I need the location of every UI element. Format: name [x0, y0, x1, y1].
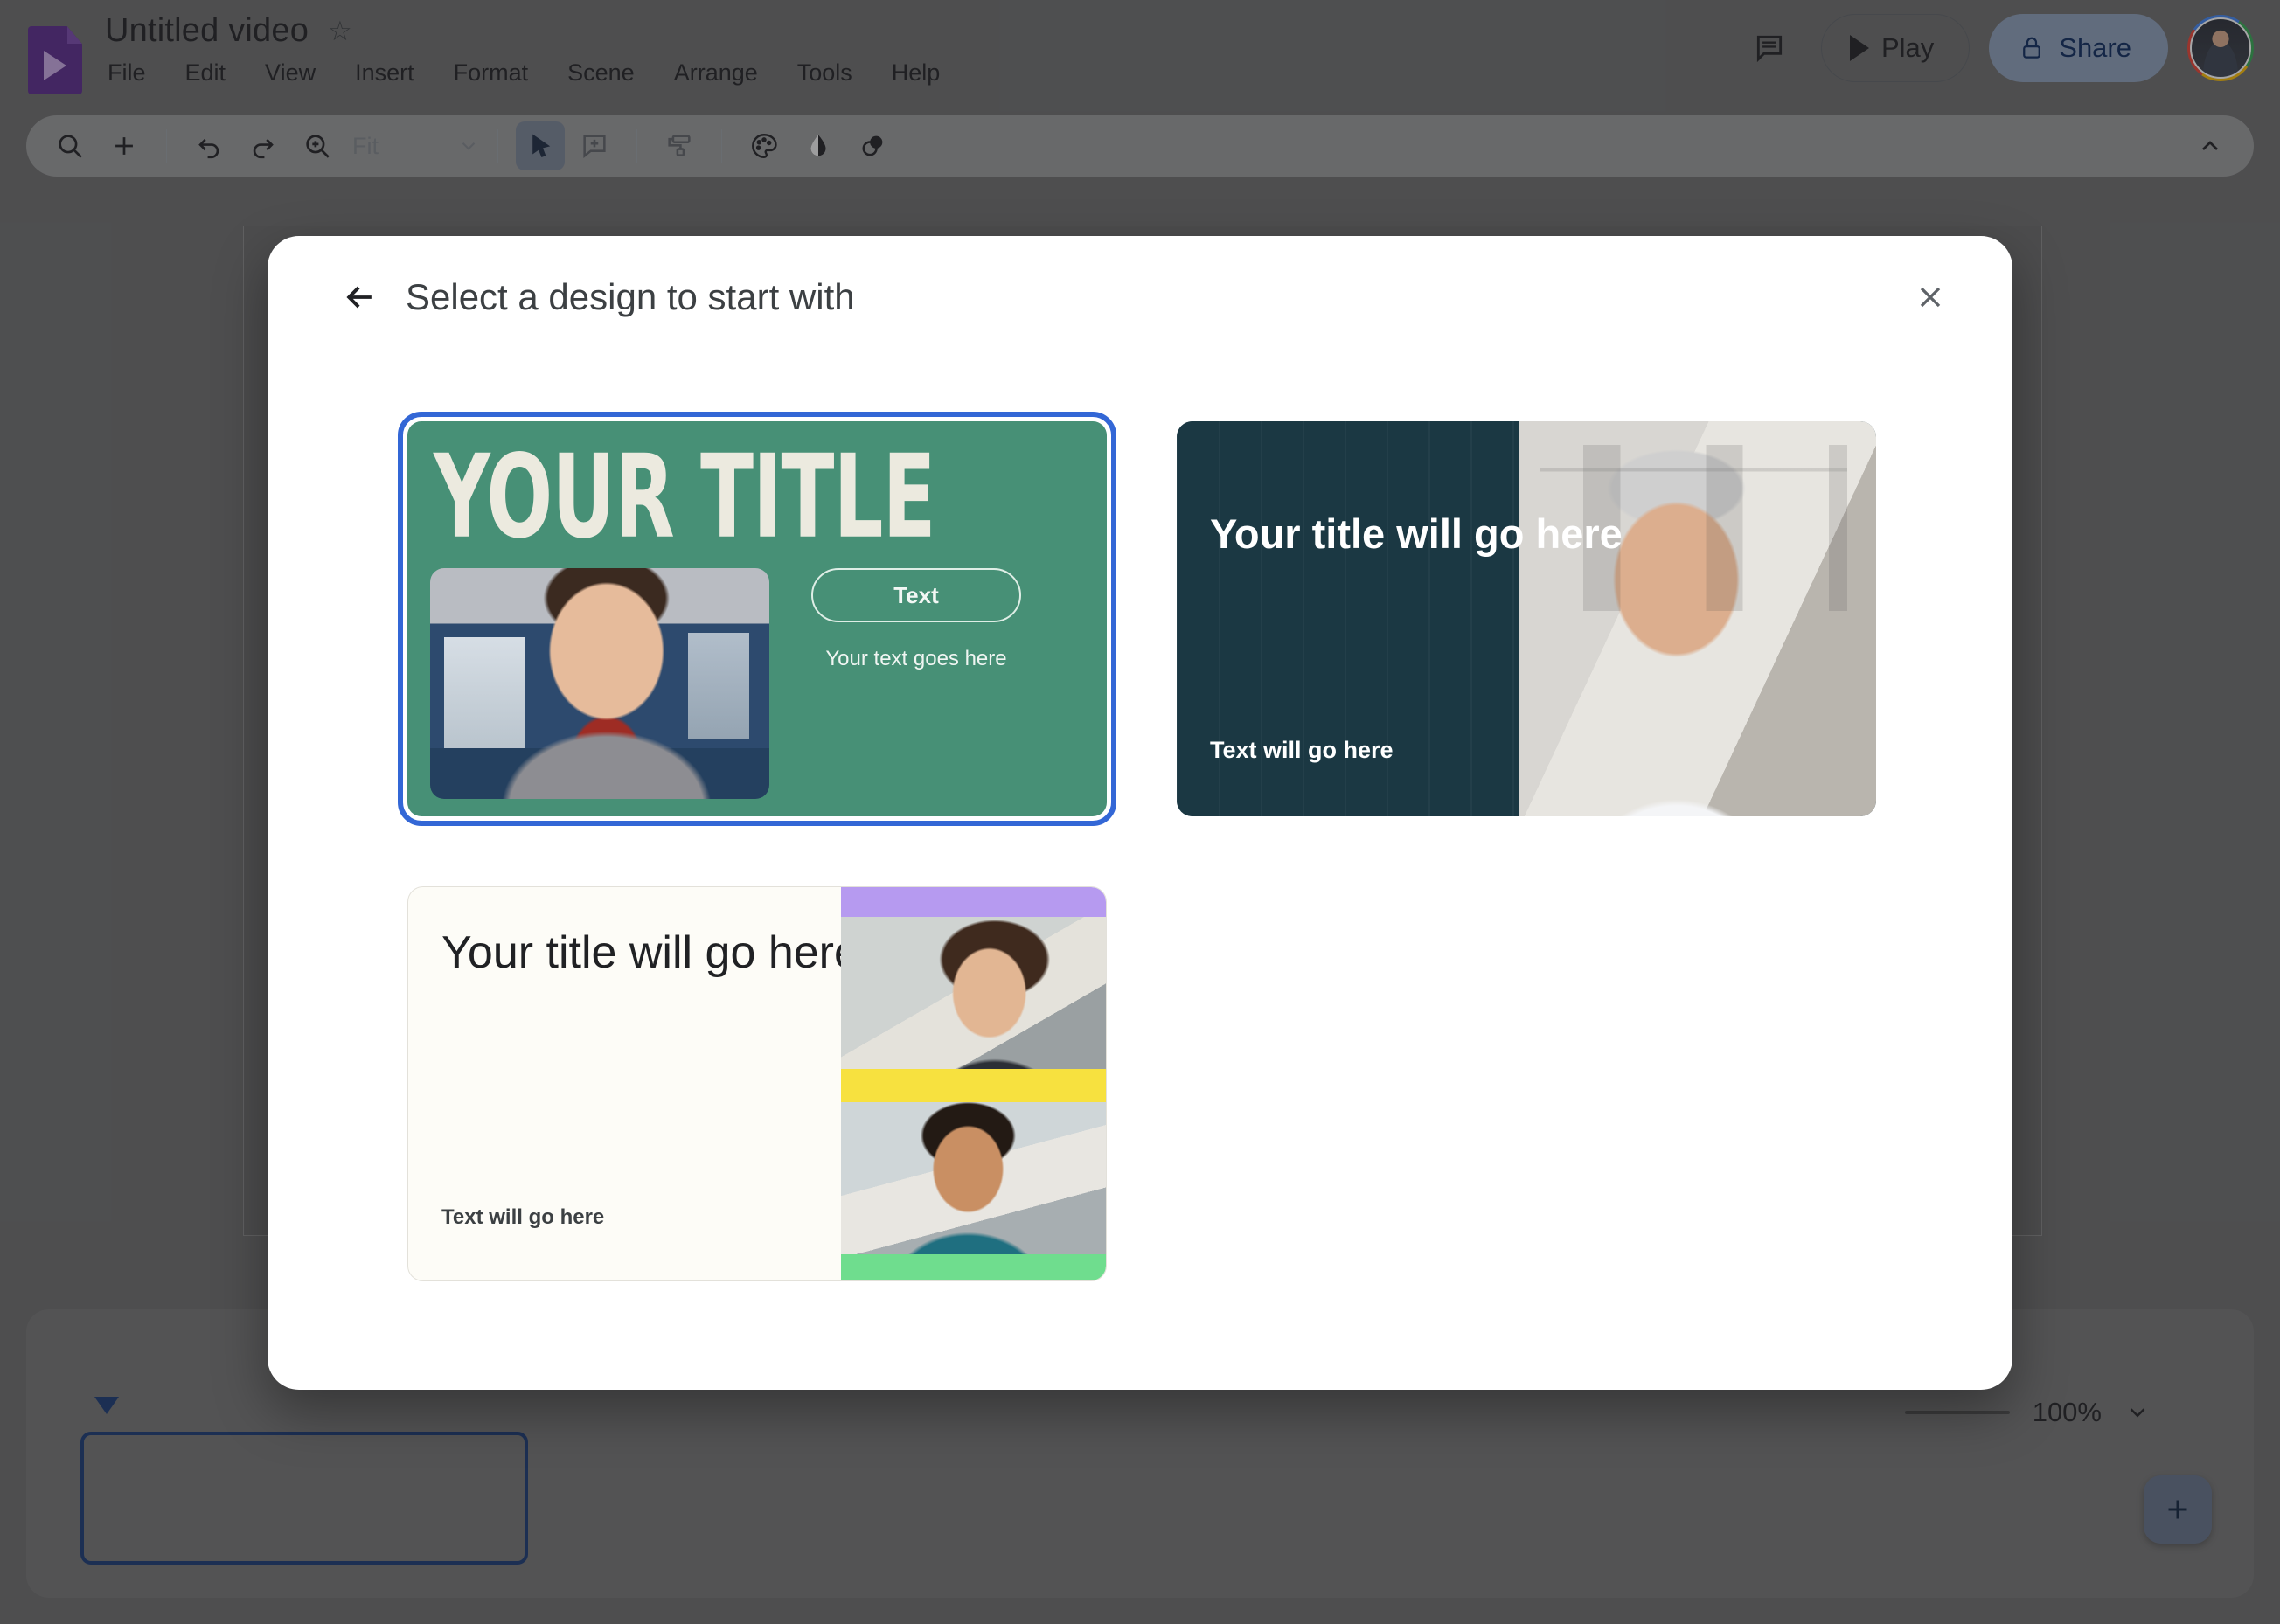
template-preview: Your title will go here Text will go her…	[1177, 421, 1876, 816]
template-media-column	[840, 887, 1106, 1280]
template-title: YOUR TITLE	[434, 431, 936, 565]
template-card-cream-duo[interactable]: Your title will go here Text will go her…	[407, 886, 1107, 1281]
template-photo-man	[840, 1102, 1106, 1254]
template-grid: YOUR TITLE Text Your text goes here Your…	[398, 412, 1876, 1281]
select-design-dialog: Select a design to start with YOUR TITLE…	[268, 236, 2012, 1390]
template-text-button: Text	[811, 568, 1021, 622]
color-band-yellow	[840, 1069, 1106, 1102]
template-title: Your title will go here	[441, 927, 859, 978]
template-card-bold-green[interactable]: YOUR TITLE Text Your text goes here	[398, 412, 1116, 826]
dialog-title: Select a design to start with	[406, 276, 855, 317]
template-preview: YOUR TITLE Text Your text goes here	[407, 421, 1107, 816]
template-subtitle: Text will go here	[1210, 737, 1394, 763]
template-subtitle: Text will go here	[441, 1205, 605, 1229]
template-photo-commuter	[430, 568, 769, 799]
template-card-teal-portrait[interactable]: Your title will go here Text will go her…	[1177, 421, 1876, 816]
arrow-left-icon[interactable]	[336, 273, 385, 322]
color-band-green	[840, 1254, 1106, 1280]
close-x-icon[interactable]	[1906, 273, 1955, 322]
color-band-purple	[840, 887, 1106, 917]
dialog-header: Select a design to start with	[268, 236, 2012, 376]
template-subtitle: Your text goes here	[825, 647, 1007, 670]
template-photo-speaker	[1519, 421, 1876, 816]
template-title: Your title will go here	[1210, 510, 1623, 557]
template-photo-woman	[840, 917, 1106, 1069]
template-preview: Your title will go here Text will go her…	[408, 887, 1106, 1280]
